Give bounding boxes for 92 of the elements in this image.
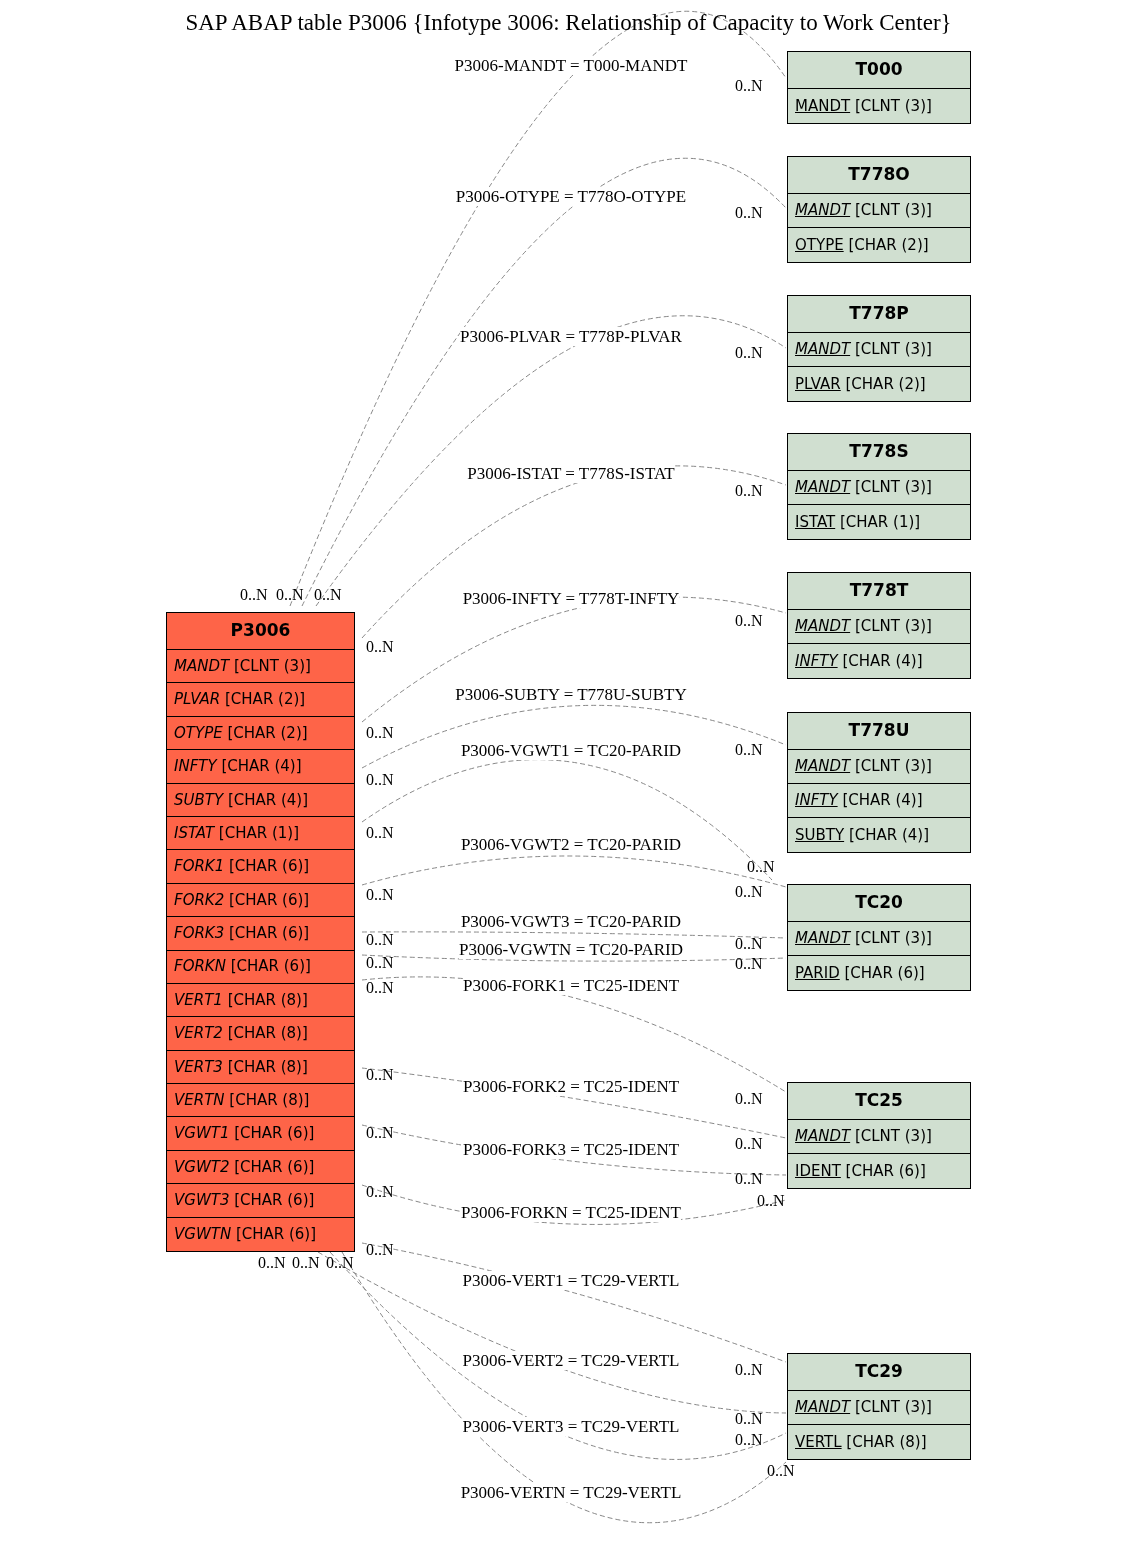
table-header: TC20 [788, 885, 970, 922]
table-field: MANDT [CLNT (3)] [788, 750, 970, 784]
cardinality-label: 0..N [735, 204, 763, 222]
table-field: FORKN [CHAR (6)] [167, 950, 354, 984]
cardinality-label: 0..N [757, 1192, 785, 1210]
table-field: OTYPE [CHAR (2)] [788, 228, 970, 262]
table-header: T778P [788, 296, 970, 333]
table-field: SUBTY [CHAR (4)] [788, 818, 970, 852]
diagram-title: SAP ABAP table P3006 {Infotype 3006: Relationship of Capacity to Work Center} [184, 9, 953, 37]
table-field: INFTY [CHAR (4)] [788, 644, 970, 678]
relationship-label: P3006-ISTAT = T778S-ISTAT [467, 464, 675, 483]
relationship-label: P3006-OTYPE = T778O-OTYPE [455, 187, 687, 206]
relationship-label: P3006-FORK1 = TC25-IDENT [462, 976, 680, 995]
table-field: VERT2 [CHAR (8)] [167, 1017, 354, 1051]
cardinality-label: 0..N [735, 612, 763, 630]
cardinality-label: 0..N [735, 1361, 763, 1379]
table-field: INFTY [CHAR (4)] [788, 784, 970, 818]
cardinality-label: 0..N [314, 586, 342, 604]
cardinality-label: 0..N [767, 1462, 795, 1480]
table-field: VERTN [CHAR (8)] [167, 1084, 354, 1118]
relationship-label: P3006-VERTN = TC29-VERTL [460, 1483, 682, 1502]
cardinality-label: 0..N [326, 1254, 354, 1272]
cardinality-label: 0..N [292, 1254, 320, 1272]
table-header: T778S [788, 434, 970, 471]
cardinality-label: 0..N [366, 1183, 394, 1201]
table-field: FORK3 [CHAR (6)] [167, 917, 354, 951]
table-field: INFTY [CHAR (4)] [167, 750, 354, 784]
cardinality-label: 0..N [366, 771, 394, 789]
cardinality-label: 0..N [366, 931, 394, 949]
table-header: T778U [788, 713, 970, 750]
relationship-label: P3006-VERT3 = TC29-VERTL [462, 1417, 680, 1436]
cardinality-label: 0..N [735, 482, 763, 500]
table-header: TC25 [788, 1083, 970, 1120]
relationship-label: P3006-VERT1 = TC29-VERTL [462, 1271, 680, 1290]
relationship-label: P3006-MANDT = T000-MANDT [454, 56, 688, 75]
table-field: MANDT [CLNT (3)] [788, 89, 970, 123]
cardinality-label: 0..N [258, 1254, 286, 1272]
table-field: FORK1 [CHAR (6)] [167, 850, 354, 884]
table-field: SUBTY [CHAR (4)] [167, 783, 354, 817]
relationship-label: P3006-VERT2 = TC29-VERTL [462, 1351, 680, 1370]
cardinality-label: 0..N [735, 935, 763, 953]
cardinality-label: 0..N [276, 586, 304, 604]
table-field: MANDT [CLNT (3)] [788, 1391, 970, 1425]
cardinality-label: 0..N [735, 1410, 763, 1428]
table-field: MANDT [CLNT (3)] [788, 610, 970, 644]
cardinality-label: 0..N [366, 1124, 394, 1142]
cardinality-label: 0..N [366, 1066, 394, 1084]
cardinality-label: 0..N [735, 955, 763, 973]
cardinality-label: 0..N [735, 883, 763, 901]
table-field: OTYPE [CHAR (2)] [167, 716, 354, 751]
table-field: PLVAR [CHAR (2)] [788, 367, 970, 401]
table-field: IDENT [CHAR (6)] [788, 1154, 970, 1188]
table-field: PARID [CHAR (6)] [788, 956, 970, 990]
table-field: MANDT [CLNT (3)] [788, 471, 970, 505]
cardinality-label: 0..N [735, 1170, 763, 1188]
cardinality-label: 0..N [735, 1090, 763, 1108]
table-field: MANDT [CLNT (3)] [788, 1120, 970, 1154]
table-header: T000 [788, 52, 970, 89]
relationship-label: P3006-PLVAR = T778P-PLVAR [460, 327, 682, 346]
cardinality-label: 0..N [366, 954, 394, 972]
table-field: MANDT [CLNT (3)] [788, 922, 970, 956]
cardinality-label: 0..N [366, 1241, 394, 1259]
table-field: MANDT [CLNT (3)] [788, 333, 970, 367]
table-header: P3006 [167, 613, 354, 650]
cardinality-label: 0..N [366, 638, 394, 656]
table-field: VGWT1 [CHAR (6)] [167, 1117, 354, 1151]
cardinality-label: 0..N [366, 886, 394, 904]
table-field: VGWTN [CHAR (6)] [167, 1217, 354, 1252]
cardinality-label: 0..N [735, 1431, 763, 1449]
table-field: VERTL [CHAR (8)] [788, 1425, 970, 1459]
table-header: T778T [788, 573, 970, 610]
table-field: MANDT [CLNT (3)] [167, 650, 354, 684]
cardinality-label: 0..N [735, 77, 763, 95]
cardinality-label: 0..N [366, 824, 394, 842]
table-field: FORK2 [CHAR (6)] [167, 883, 354, 918]
cardinality-label: 0..N [366, 979, 394, 997]
table-field: PLVAR [CHAR (2)] [167, 683, 354, 717]
table-field: VERT1 [CHAR (8)] [167, 983, 354, 1018]
table-field: MANDT [CLNT (3)] [788, 194, 970, 228]
cardinality-label: 0..N [240, 586, 268, 604]
table-field: VGWT2 [CHAR (6)] [167, 1150, 354, 1185]
table-field: VGWT3 [CHAR (6)] [167, 1184, 354, 1218]
table-field: ISTAT [CHAR (1)] [788, 505, 970, 539]
cardinality-label: 0..N [735, 741, 763, 759]
table-field: ISTAT [CHAR (1)] [167, 816, 354, 851]
cardinality-label: 0..N [366, 724, 394, 742]
cardinality-label: 0..N [735, 1135, 763, 1153]
table-field: VERT3 [CHAR (8)] [167, 1050, 354, 1085]
cardinality-label: 0..N [735, 344, 763, 362]
table-header: TC29 [788, 1354, 970, 1391]
table-header: T778O [788, 157, 970, 194]
cardinality-label: 0..N [747, 858, 775, 876]
